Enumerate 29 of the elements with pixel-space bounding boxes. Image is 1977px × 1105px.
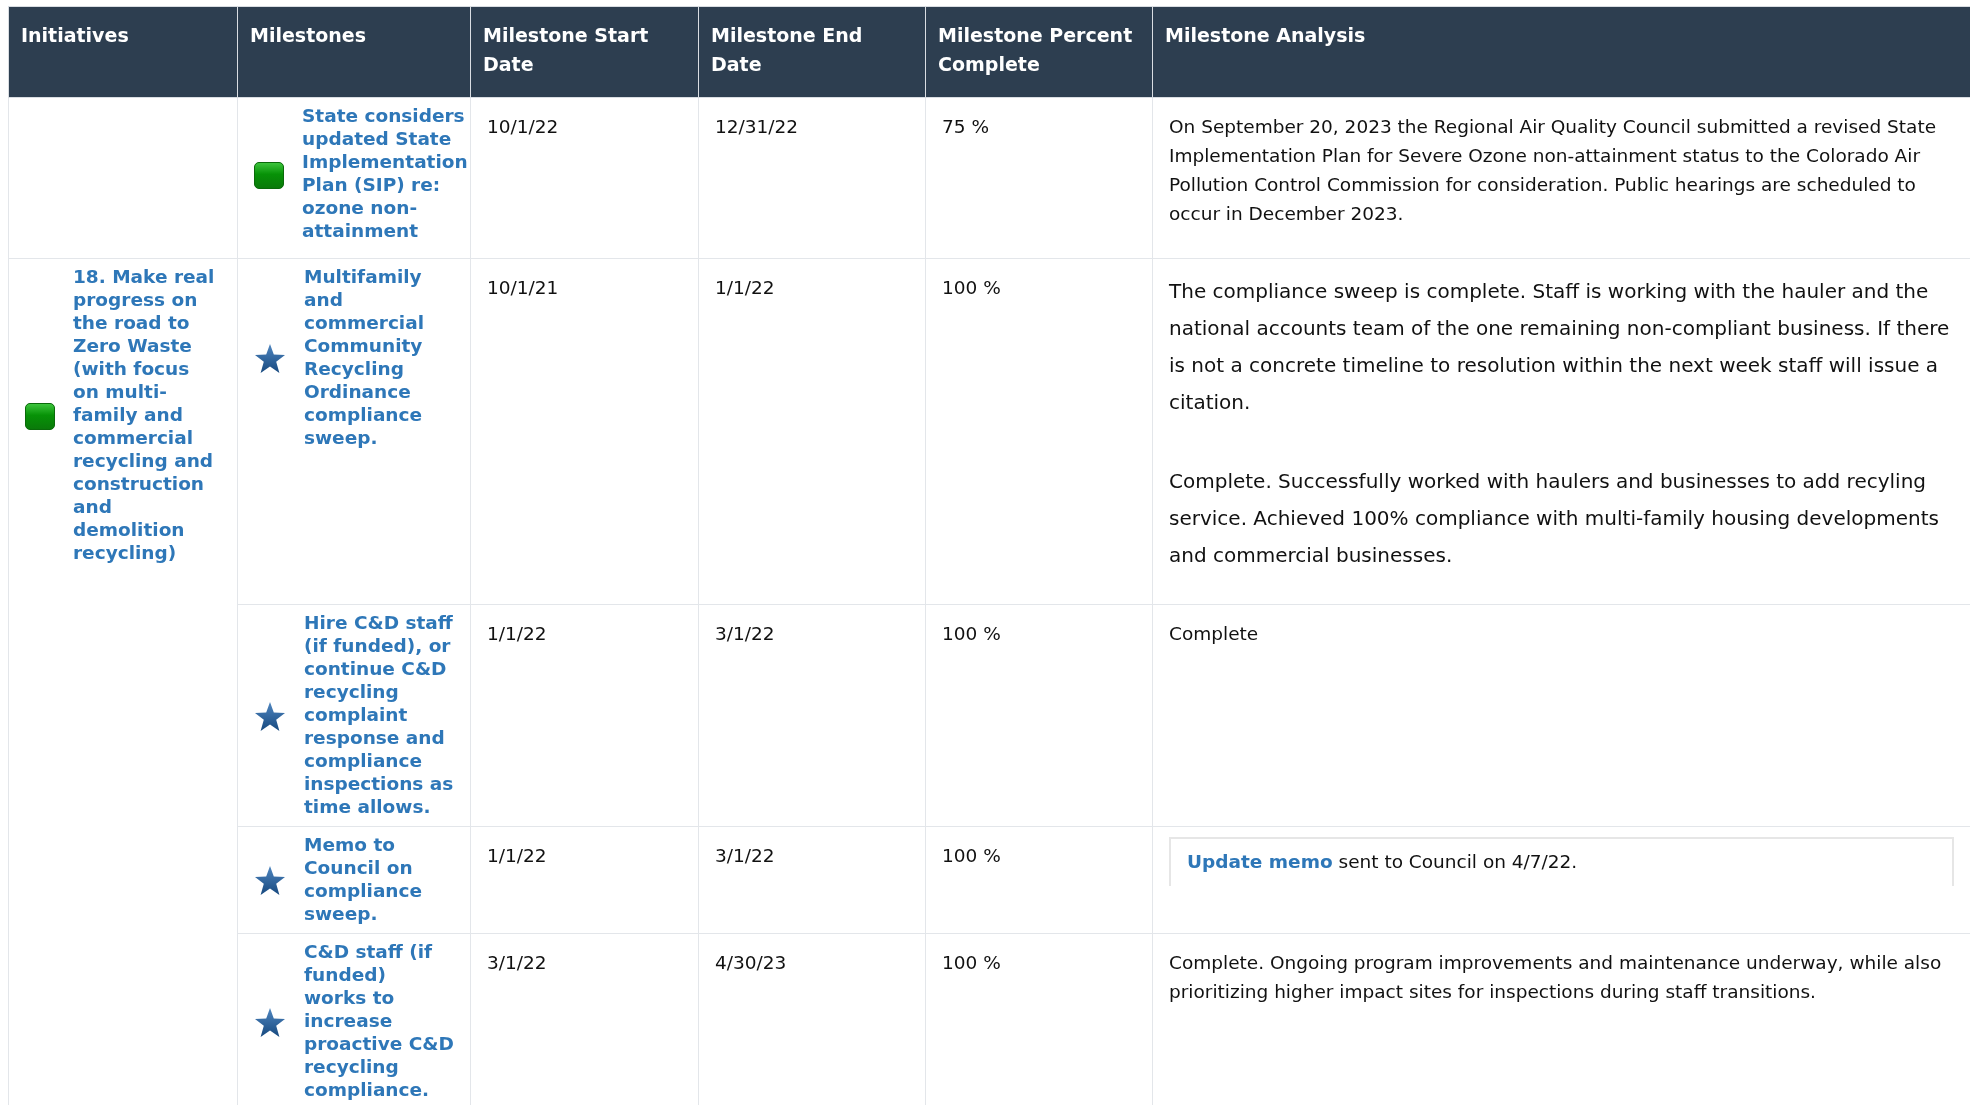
end-date: 3/1/22 (715, 622, 776, 646)
column-header: Milestone Analysis (1152, 6, 1970, 98)
percent-complete: 100 % (942, 844, 1002, 868)
initiative-link[interactable]: 18. Make real progress on the road to Zero Waste (with focus on multi-family and commercial recycling and construction and demolition recycling) (73, 265, 221, 564)
start-date: 1/1/22 (487, 622, 548, 646)
analysis-text: Complete. Ongoing program improvements and maintenance underway, while also prioritizing higher impact sites for inspections during staff transitions. (1169, 951, 1943, 1004)
end-date: 4/30/23 (715, 951, 788, 975)
end-date: 3/1/22 (715, 844, 776, 868)
analysis-text: Complete. Successfully worked with haulers and businesses to add recyling service. Achieved 100% compliance with multi-family housing developments and commercial businesses. (1169, 468, 1940, 569)
column-header: Initiatives (8, 6, 238, 98)
end-date: 12/31/22 (715, 115, 800, 139)
percent-complete: 75 % (942, 115, 990, 139)
start-date: 1/1/22 (487, 844, 548, 868)
memo-link[interactable]: Update memo (1187, 851, 1333, 872)
column-header: Milestone Start Date (470, 6, 699, 98)
analysis-text: On September 20, 2023 the Regional Air Quality Council submitted a revised State Implementation Plan for Severe Ozone non-attainment status to the Colorado Air Pollution Control Commission for consideration. Public hearings are scheduled to occur in December 2023. (1169, 115, 1938, 226)
analysis-note: Update memo sent to Council on 4/7/22. (1169, 837, 1954, 886)
end-date: 1/1/22 (715, 276, 776, 300)
start-date: 10/1/22 (487, 115, 560, 139)
analysis-text: The compliance sweep is complete. Staff is working with the hauler and the national accounts team of the one remaining non-compliant business. If there is not a concrete timeline to resolution within the next week staff will issue a citation. (1169, 278, 1951, 416)
analysis-text: Complete (1169, 622, 1260, 646)
percent-complete: 100 % (942, 622, 1002, 646)
column-header: Milestone Percent Complete (925, 6, 1153, 98)
start-date: 10/1/21 (487, 276, 560, 300)
column-header: Milestone End Date (698, 6, 926, 98)
percent-complete: 100 % (942, 951, 1002, 975)
percent-complete: 100 % (942, 276, 1002, 300)
column-header: Milestones (237, 6, 471, 98)
start-date: 3/1/22 (487, 951, 548, 975)
